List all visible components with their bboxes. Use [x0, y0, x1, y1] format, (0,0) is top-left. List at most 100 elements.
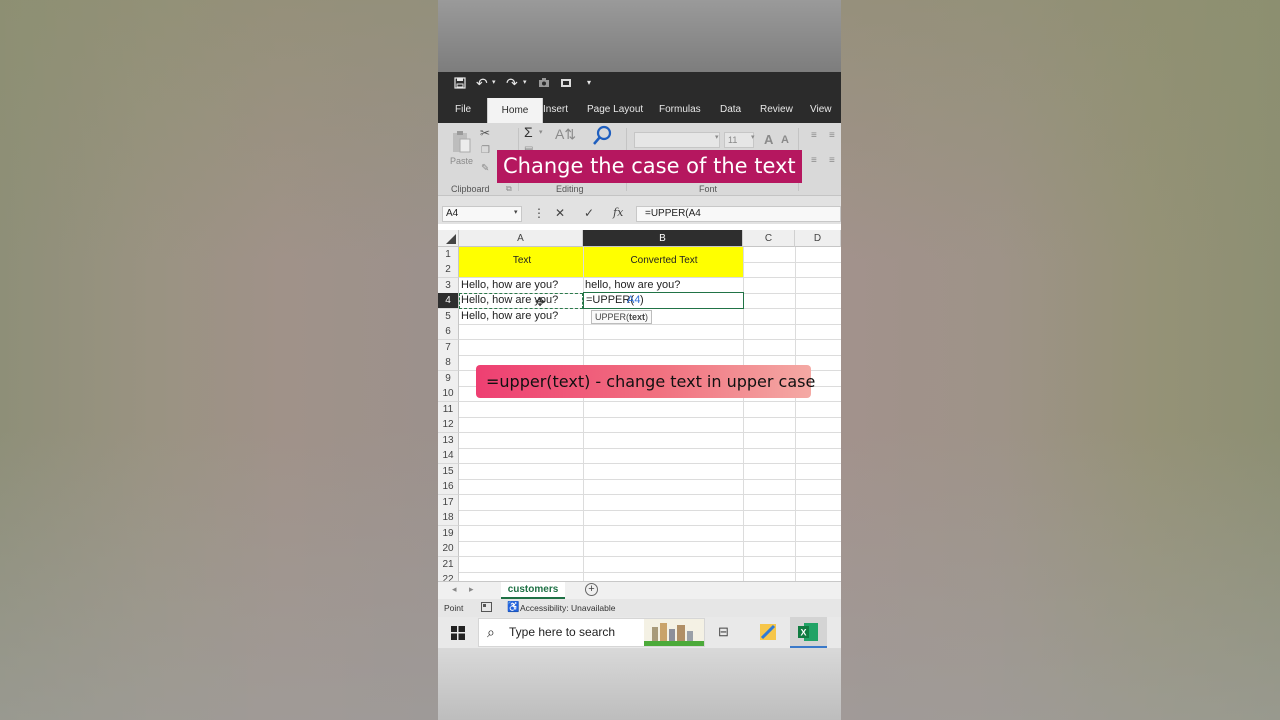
formula-input[interactable]: =UPPER(A4 — [636, 206, 841, 222]
task-view-icon[interactable]: ⊟ — [718, 624, 729, 640]
row-header-4[interactable]: 4 — [438, 293, 459, 309]
column-header-b[interactable]: B — [583, 230, 743, 247]
row-header-20[interactable]: 20 — [438, 541, 459, 557]
cell-b3[interactable]: hello, how are you? — [583, 279, 680, 291]
redo-icon[interactable]: ↷ — [506, 75, 518, 92]
tab-insert[interactable]: Insert — [543, 97, 568, 123]
row-header-7[interactable]: 7 — [438, 340, 459, 356]
column-header-d[interactable]: D — [795, 230, 841, 247]
align-top-icon[interactable]: ≡ — [811, 130, 817, 141]
tab-review[interactable]: Review — [760, 97, 793, 123]
cell-b1-header[interactable]: Converted Text — [583, 255, 743, 266]
copy-icon[interactable]: ❐ — [481, 145, 490, 156]
row-header-13[interactable]: 13 — [438, 433, 459, 449]
add-sheet-icon[interactable]: + — [585, 583, 598, 596]
row-line — [459, 525, 841, 526]
column-header-a[interactable]: A — [459, 230, 583, 247]
insert-function-icon[interactable]: fx — [613, 206, 623, 219]
cancel-formula-icon[interactable]: ✕ — [555, 206, 565, 220]
windows-start-icon[interactable] — [451, 626, 465, 645]
more-options-icon[interactable]: ⋮ — [533, 206, 545, 220]
taskbar-search-box[interactable]: ⌕ Type here to search — [478, 618, 705, 647]
enter-formula-icon[interactable]: ✓ — [584, 206, 594, 220]
row-header-10[interactable]: 10 — [438, 386, 459, 402]
paste-icon[interactable] — [451, 130, 471, 154]
undo-dropdown-icon[interactable]: ▾ — [492, 78, 496, 86]
row-header-17[interactable]: 17 — [438, 495, 459, 511]
sheet-tabs-bar: ◂ ▸ customers + — [438, 581, 841, 599]
excel-taskbar-button[interactable]: X — [790, 617, 827, 648]
row-header-15[interactable]: 15 — [438, 464, 459, 480]
tab-file[interactable]: File — [455, 97, 471, 123]
align-left-icon[interactable]: ≡ — [811, 155, 817, 166]
row-header-6[interactable]: 6 — [438, 324, 459, 340]
font-name-dropdown-icon[interactable]: ▾ — [715, 133, 719, 141]
tab-home[interactable]: Home — [487, 98, 543, 123]
decrease-font-icon[interactable]: A — [781, 134, 789, 146]
format-painter-icon[interactable]: ✎ — [481, 163, 489, 174]
bottom-blur-area — [438, 648, 841, 720]
status-bar: Point ♿ Accessibility: Unavailable — [438, 599, 841, 617]
accessibility-status[interactable]: Accessibility: Unavailable — [520, 603, 615, 613]
row-header-1[interactable]: 1 — [438, 247, 459, 263]
cell-a5[interactable]: Hello, how are you? — [459, 310, 558, 322]
cell-a3[interactable]: Hello, how are you? — [459, 279, 558, 291]
tooltip-close: ) — [645, 312, 649, 322]
autosum-dropdown-icon[interactable]: ▾ — [539, 128, 543, 136]
cell-cursor-icon: ✥ — [535, 295, 546, 309]
redo-dropdown-icon[interactable]: ▾ — [523, 78, 527, 86]
sheet-tab-customers[interactable]: customers — [501, 582, 565, 599]
next-sheet-icon[interactable]: ▸ — [469, 584, 474, 595]
clipboard-launcher-icon[interactable]: ⧉ — [506, 184, 512, 194]
row-header-21[interactable]: 21 — [438, 557, 459, 573]
row-header-18[interactable]: 18 — [438, 510, 459, 526]
active-cell-b4[interactable]: =UPPER( A4 ) — [583, 292, 744, 309]
accessibility-icon[interactable]: ♿ — [507, 602, 519, 613]
video-title-banner: Change the case of the text — [497, 150, 802, 183]
row-line — [459, 448, 841, 449]
font-size-dropdown-icon[interactable]: ▾ — [751, 133, 755, 141]
formula-bar: A4 ▾ ⋮ ✕ ✓ fx =UPPER(A4 — [438, 204, 841, 224]
align-center-icon[interactable]: ≡ — [829, 155, 835, 166]
row-header-12[interactable]: 12 — [438, 417, 459, 433]
row-header-8[interactable]: 8 — [438, 355, 459, 371]
camera-icon[interactable] — [538, 77, 550, 91]
row-header-14[interactable]: 14 — [438, 448, 459, 464]
column-line — [795, 247, 796, 581]
tab-formulas[interactable]: Formulas — [659, 97, 701, 123]
row-header-11[interactable]: 11 — [438, 402, 459, 418]
autosum-icon[interactable]: Σ — [524, 124, 533, 140]
function-tooltip[interactable]: UPPER(text) — [591, 310, 653, 324]
font-name-box[interactable] — [634, 132, 720, 148]
row-header-5[interactable]: 5 — [438, 309, 459, 325]
cell-a1-header[interactable]: Text — [459, 255, 583, 266]
row-line — [459, 463, 841, 464]
align-middle-icon[interactable]: ≡ — [829, 130, 835, 141]
print-preview-icon[interactable] — [560, 77, 572, 91]
font-size-box[interactable]: 11 — [724, 132, 754, 148]
tab-page-layout[interactable]: Page Layout — [587, 97, 643, 123]
prev-sheet-icon[interactable]: ◂ — [452, 584, 457, 595]
row-header-3[interactable]: 3 — [438, 278, 459, 294]
cut-icon[interactable]: ✂ — [480, 126, 490, 140]
row-header-16[interactable]: 16 — [438, 479, 459, 495]
select-all-corner[interactable] — [438, 230, 459, 247]
column-header-c[interactable]: C — [743, 230, 795, 247]
increase-font-icon[interactable]: A — [764, 132, 773, 147]
tab-data[interactable]: Data — [720, 97, 741, 123]
find-select-icon[interactable] — [591, 125, 613, 152]
macro-record-icon[interactable] — [481, 602, 492, 614]
row-header-19[interactable]: 19 — [438, 526, 459, 542]
name-box[interactable]: A4 — [442, 206, 522, 222]
row-header-2[interactable]: 2 — [438, 262, 459, 278]
customize-qat-icon[interactable]: ▾ — [587, 78, 591, 87]
app-icon[interactable] — [758, 622, 778, 647]
tab-view[interactable]: View — [810, 97, 832, 123]
paste-label[interactable]: Paste — [450, 156, 473, 166]
row-header-9[interactable]: 9 — [438, 371, 459, 387]
sort-filter-icon[interactable]: A⇅ — [555, 126, 576, 143]
save-icon[interactable] — [454, 77, 466, 92]
undo-icon[interactable]: ↶ — [476, 75, 488, 92]
name-box-dropdown-icon[interactable]: ▾ — [514, 208, 518, 216]
row-header-22[interactable]: 22 — [438, 572, 459, 581]
